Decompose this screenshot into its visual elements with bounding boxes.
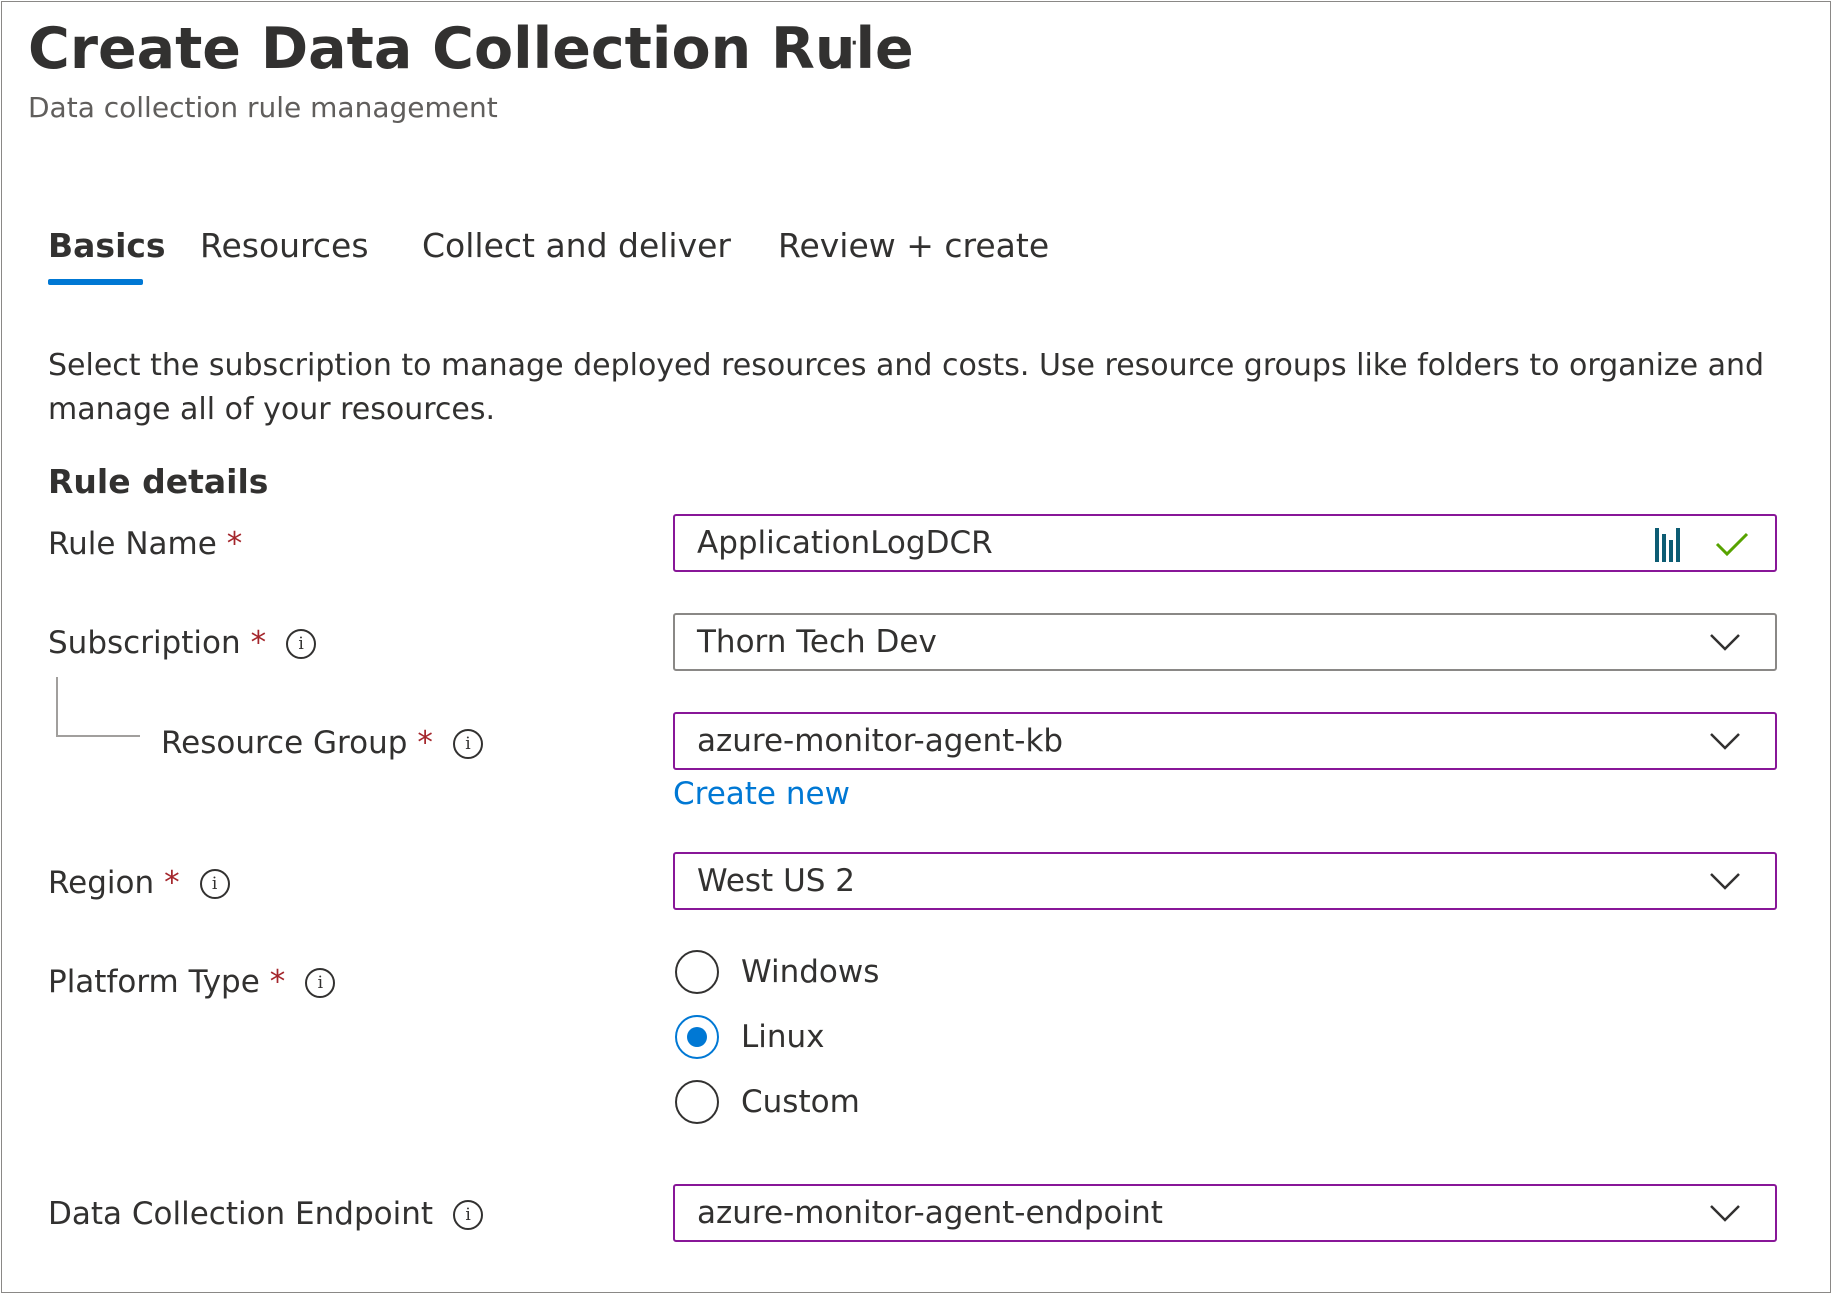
rule-name-input[interactable]: ApplicationLogDCR (673, 514, 1777, 572)
radio-label: Windows (741, 954, 880, 990)
required-marker: * (226, 526, 243, 562)
checkmark-icon (1715, 532, 1749, 557)
info-icon[interactable]: i (452, 729, 483, 759)
active-tab-indicator (48, 279, 143, 285)
endpoint-dropdown[interactable]: azure-monitor-agent-endpoint (673, 1184, 1777, 1242)
label-text: Data Collection Endpoint (48, 1196, 434, 1232)
required-marker: * (269, 964, 286, 1000)
label-text: Region (48, 865, 155, 901)
section-heading: Rule details (48, 462, 269, 501)
radio-button-selected[interactable] (675, 1015, 719, 1059)
resource-group-dropdown[interactable]: azure-monitor-agent-kb (673, 712, 1777, 770)
input-suffix-icons (1655, 528, 1749, 562)
tab-label: Review + create (778, 226, 1050, 265)
info-icon[interactable]: i (305, 968, 336, 998)
tab-label: Resources (200, 226, 369, 265)
resource-group-value: azure-monitor-agent-kb (697, 723, 1064, 759)
endpoint-value: azure-monitor-agent-endpoint (697, 1195, 1163, 1231)
create-new-link[interactable]: Create new (673, 774, 850, 814)
chevron-down-icon (1710, 634, 1740, 651)
endpoint-label: Data Collection Endpoint i (48, 1194, 484, 1234)
region-value: West US 2 (697, 863, 856, 899)
info-icon[interactable]: i (453, 1200, 484, 1230)
chevron-down-icon (1710, 1205, 1740, 1222)
region-dropdown[interactable]: West US 2 (673, 852, 1777, 910)
rule-name-label: Rule Name * (48, 524, 242, 564)
page-subtitle: Data collection rule management (28, 91, 498, 124)
radio-button[interactable] (675, 950, 719, 994)
tab-resources[interactable]: Resources (200, 224, 369, 268)
required-marker: * (164, 865, 180, 901)
tree-connector (56, 677, 140, 737)
rule-name-value: ApplicationLogDCR (697, 525, 993, 561)
label-text: Subscription (48, 625, 241, 661)
resource-group-label: Resource Group * i (161, 723, 483, 763)
radio-label: Custom (741, 1084, 860, 1120)
info-icon[interactable]: i (199, 869, 230, 899)
label-text: Rule Name (48, 526, 217, 562)
label-text: Platform Type (48, 964, 260, 1000)
password-manager-icon[interactable] (1655, 528, 1680, 562)
radio-button[interactable] (675, 1080, 719, 1124)
tab-label: Collect and deliver (422, 226, 732, 265)
ellipsis-icon[interactable]: ··· (838, 24, 873, 64)
page-title: Create Data Collection Rule (28, 16, 914, 82)
label-text: Resource Group (161, 725, 408, 761)
chevron-down-icon (1710, 733, 1740, 750)
intro-text: Select the subscription to manage deploy… (48, 348, 1765, 427)
blade-frame: Create Data Collection Rule ··· Data col… (1, 1, 1831, 1293)
tab-basics[interactable]: Basics (48, 224, 166, 285)
subscription-label: Subscription * i (48, 623, 317, 663)
tab-collect-and-deliver[interactable]: Collect and deliver (422, 224, 731, 268)
required-marker: * (250, 625, 267, 661)
subscription-value: Thorn Tech Dev (697, 624, 937, 660)
region-label: Region * i (48, 863, 230, 903)
chevron-down-icon (1710, 873, 1740, 890)
info-icon[interactable]: i (286, 629, 317, 659)
tab-review-create[interactable]: Review + create (778, 224, 1049, 268)
subscription-dropdown[interactable]: Thorn Tech Dev (673, 613, 1777, 671)
platform-type-label: Platform Type * i (48, 962, 336, 1002)
required-marker: * (417, 725, 433, 761)
tab-label: Basics (48, 226, 166, 265)
radio-label: Linux (741, 1019, 825, 1055)
